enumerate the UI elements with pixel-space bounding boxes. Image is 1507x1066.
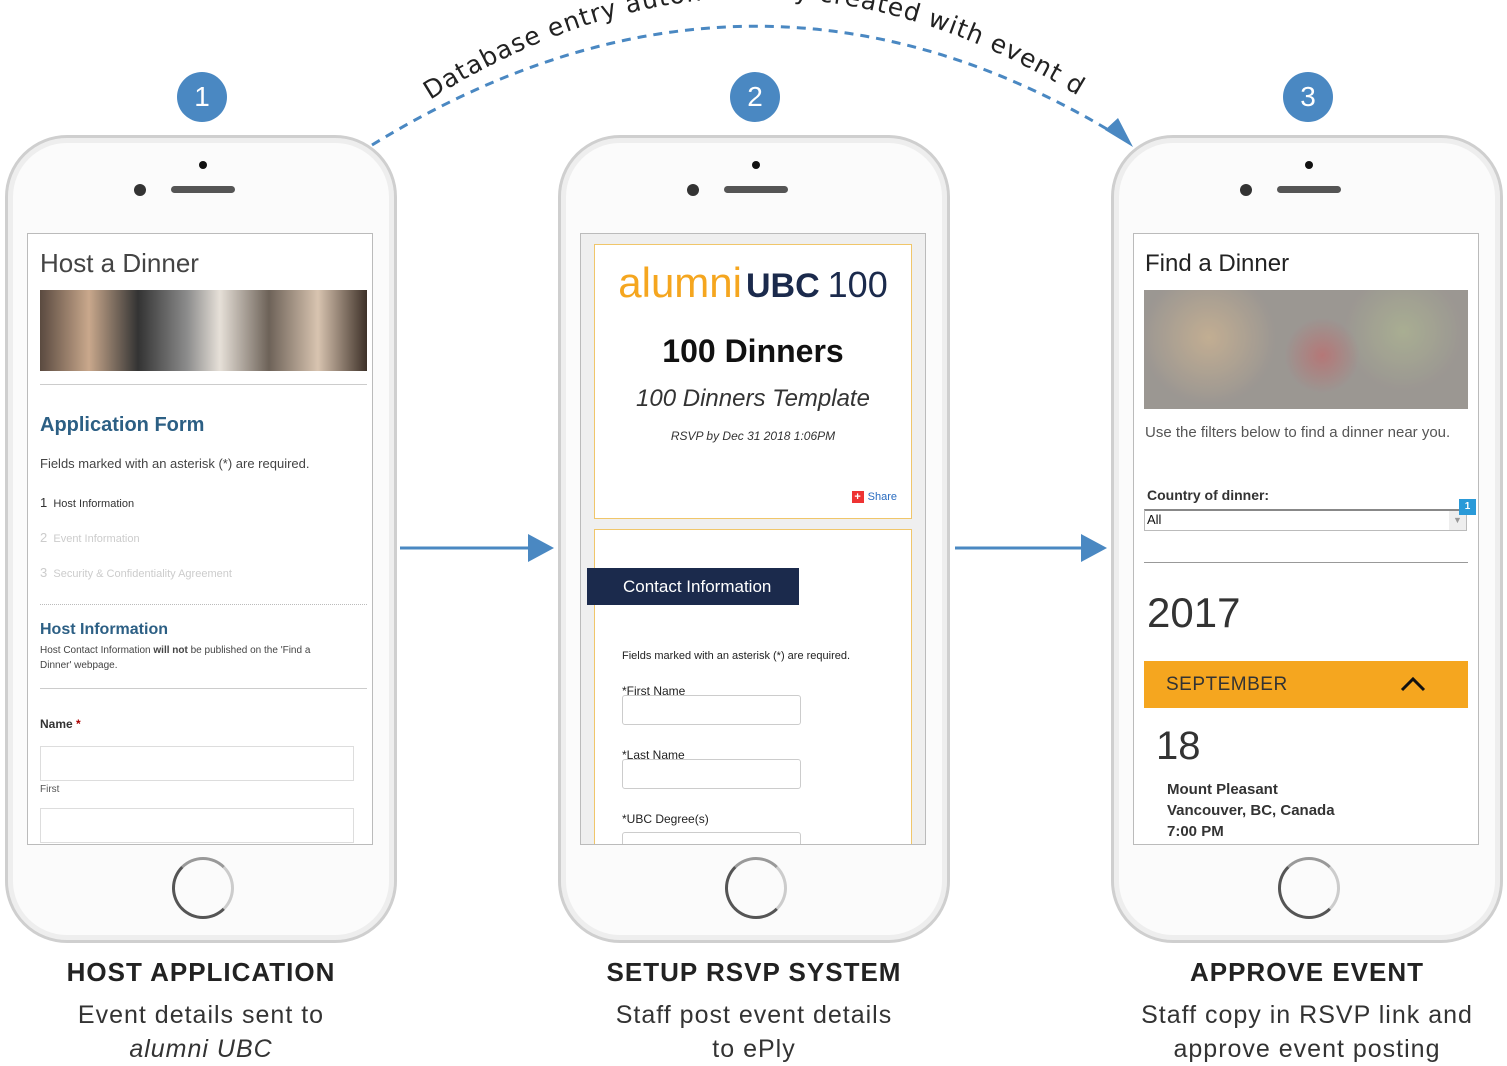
- page-title: Host a Dinner: [40, 248, 199, 278]
- food-photo: [1144, 290, 1468, 409]
- share-button[interactable]: + Share: [851, 491, 897, 503]
- sensor-dot: [199, 161, 207, 169]
- section-title: Host Information: [40, 621, 168, 638]
- intro-text: Use the filters below to find a dinner n…: [1145, 424, 1451, 441]
- count-badge: 1: [1459, 499, 1476, 515]
- divider: [40, 604, 367, 605]
- event-card: alumni UBC 100 100 Dinners 100 Dinners Tem…: [594, 244, 912, 519]
- arrowhead-1-2: [528, 534, 554, 562]
- event-details[interactable]: Mount Pleasant Vancouver, BC, Canada 7:0…: [1167, 779, 1335, 842]
- contact-banner: Contact Information: [587, 568, 799, 605]
- screen: alumni UBC 100 100 Dinners 100 Dinners Tem…: [580, 233, 926, 845]
- divider: [1144, 562, 1468, 563]
- caption-text: Event details sent to alumni UBC: [77, 1001, 325, 1063]
- form-step-2[interactable]: 2 Event Information: [40, 530, 140, 545]
- camera-icon: [134, 184, 146, 196]
- home-button: [725, 857, 787, 919]
- divider: [40, 688, 367, 689]
- caption-setup-rsvp: SETUP RSVP SYSTEM Staff post event detai…: [554, 957, 954, 1066]
- phone-find-dinner: Find a Dinner Use the filters below to f…: [1111, 135, 1503, 943]
- caption-title: APPROVE EVENT: [1189, 957, 1425, 987]
- chevron-up-icon: [1400, 676, 1426, 692]
- caption-text: Staff post event details to ePly: [615, 1001, 893, 1063]
- form-title: Application Form: [40, 414, 205, 436]
- plus-icon: +: [851, 491, 864, 503]
- ubc-degree-label: *UBC Degree(s): [622, 812, 709, 826]
- speaker: [171, 186, 235, 193]
- hero-photo: [40, 290, 367, 371]
- first-label: First: [40, 784, 60, 795]
- event-city: Vancouver, BC, Canada: [1167, 802, 1335, 819]
- camera-icon: [687, 184, 699, 196]
- alumni-ubc-logo: alumni UBC 100: [618, 259, 888, 306]
- step-badge-3: 3: [1283, 72, 1333, 122]
- screen: Host a Dinner Application Form Fields ma…: [27, 233, 373, 845]
- form-step-1[interactable]: 1 Host Information: [40, 495, 134, 510]
- caption-text: Staff copy in RSVP link and approve event…: [1141, 1001, 1473, 1063]
- phone-rsvp-setup: alumni UBC 100 100 Dinners 100 Dinners Tem…: [558, 135, 950, 943]
- month-accordion[interactable]: SEPTEMBER: [1144, 661, 1468, 708]
- required-note: Fields marked with an asterisk (*) are r…: [622, 650, 851, 662]
- arc-arrowhead: [1105, 118, 1133, 147]
- sensor-dot: [752, 161, 760, 169]
- country-select[interactable]: All ▼: [1144, 509, 1467, 531]
- form-step-3[interactable]: 3 Security & Confidentiality Agreement: [40, 565, 232, 580]
- svg-text:Database entry automatically c: Database entry automatically created wit…: [0, 0, 1091, 105]
- event-location: Mount Pleasant: [1167, 781, 1278, 798]
- event-subtitle: 100 Dinners Template: [636, 385, 870, 412]
- first-name-input[interactable]: [622, 695, 801, 725]
- first-name-input[interactable]: [40, 746, 354, 781]
- ubc-degree-input[interactable]: [622, 832, 801, 844]
- name-label: Name *: [40, 717, 81, 731]
- month-label: SEPTEMBER: [1166, 674, 1288, 695]
- rsvp-deadline: RSVP by Dec 31 2018 1:06PM: [670, 429, 836, 443]
- home-button: [1278, 857, 1340, 919]
- speaker: [1277, 186, 1341, 193]
- last-name-input[interactable]: [622, 759, 801, 789]
- screen: Find a Dinner Use the filters below to f…: [1133, 233, 1479, 845]
- home-button: [172, 857, 234, 919]
- sensor-dot: [1305, 161, 1313, 169]
- year-heading: 2017: [1147, 589, 1241, 636]
- page-title: Find a Dinner: [1145, 250, 1290, 277]
- event-title: 100 Dinners: [662, 333, 844, 369]
- required-note: Fields marked with an asterisk (*) are r…: [40, 456, 310, 471]
- arc-label: Database entry automatically created wit…: [0, 0, 1090, 105]
- caption-host-application: HOST APPLICATION Event details sent to al…: [1, 957, 401, 1066]
- last-name-input[interactable]: [40, 808, 354, 843]
- privacy-note: Host Contact Information will not be pub…: [40, 645, 311, 671]
- caption-approve-event: APPROVE EVENT Staff copy in RSVP link an…: [1107, 957, 1507, 1066]
- country-label: Country of dinner:: [1147, 487, 1270, 503]
- caption-title: SETUP RSVP SYSTEM: [606, 957, 902, 987]
- event-time: 7:00 PM: [1167, 823, 1224, 840]
- step-badge-2: 2: [730, 72, 780, 122]
- speaker: [724, 186, 788, 193]
- step-badge-1: 1: [177, 72, 227, 122]
- divider: [40, 384, 367, 385]
- camera-icon: [1240, 184, 1252, 196]
- event-day: 18: [1156, 724, 1201, 768]
- phone-host-application: Host a Dinner Application Form Fields ma…: [5, 135, 397, 943]
- arrowhead-2-3: [1081, 534, 1107, 562]
- caption-title: HOST APPLICATION: [66, 957, 336, 987]
